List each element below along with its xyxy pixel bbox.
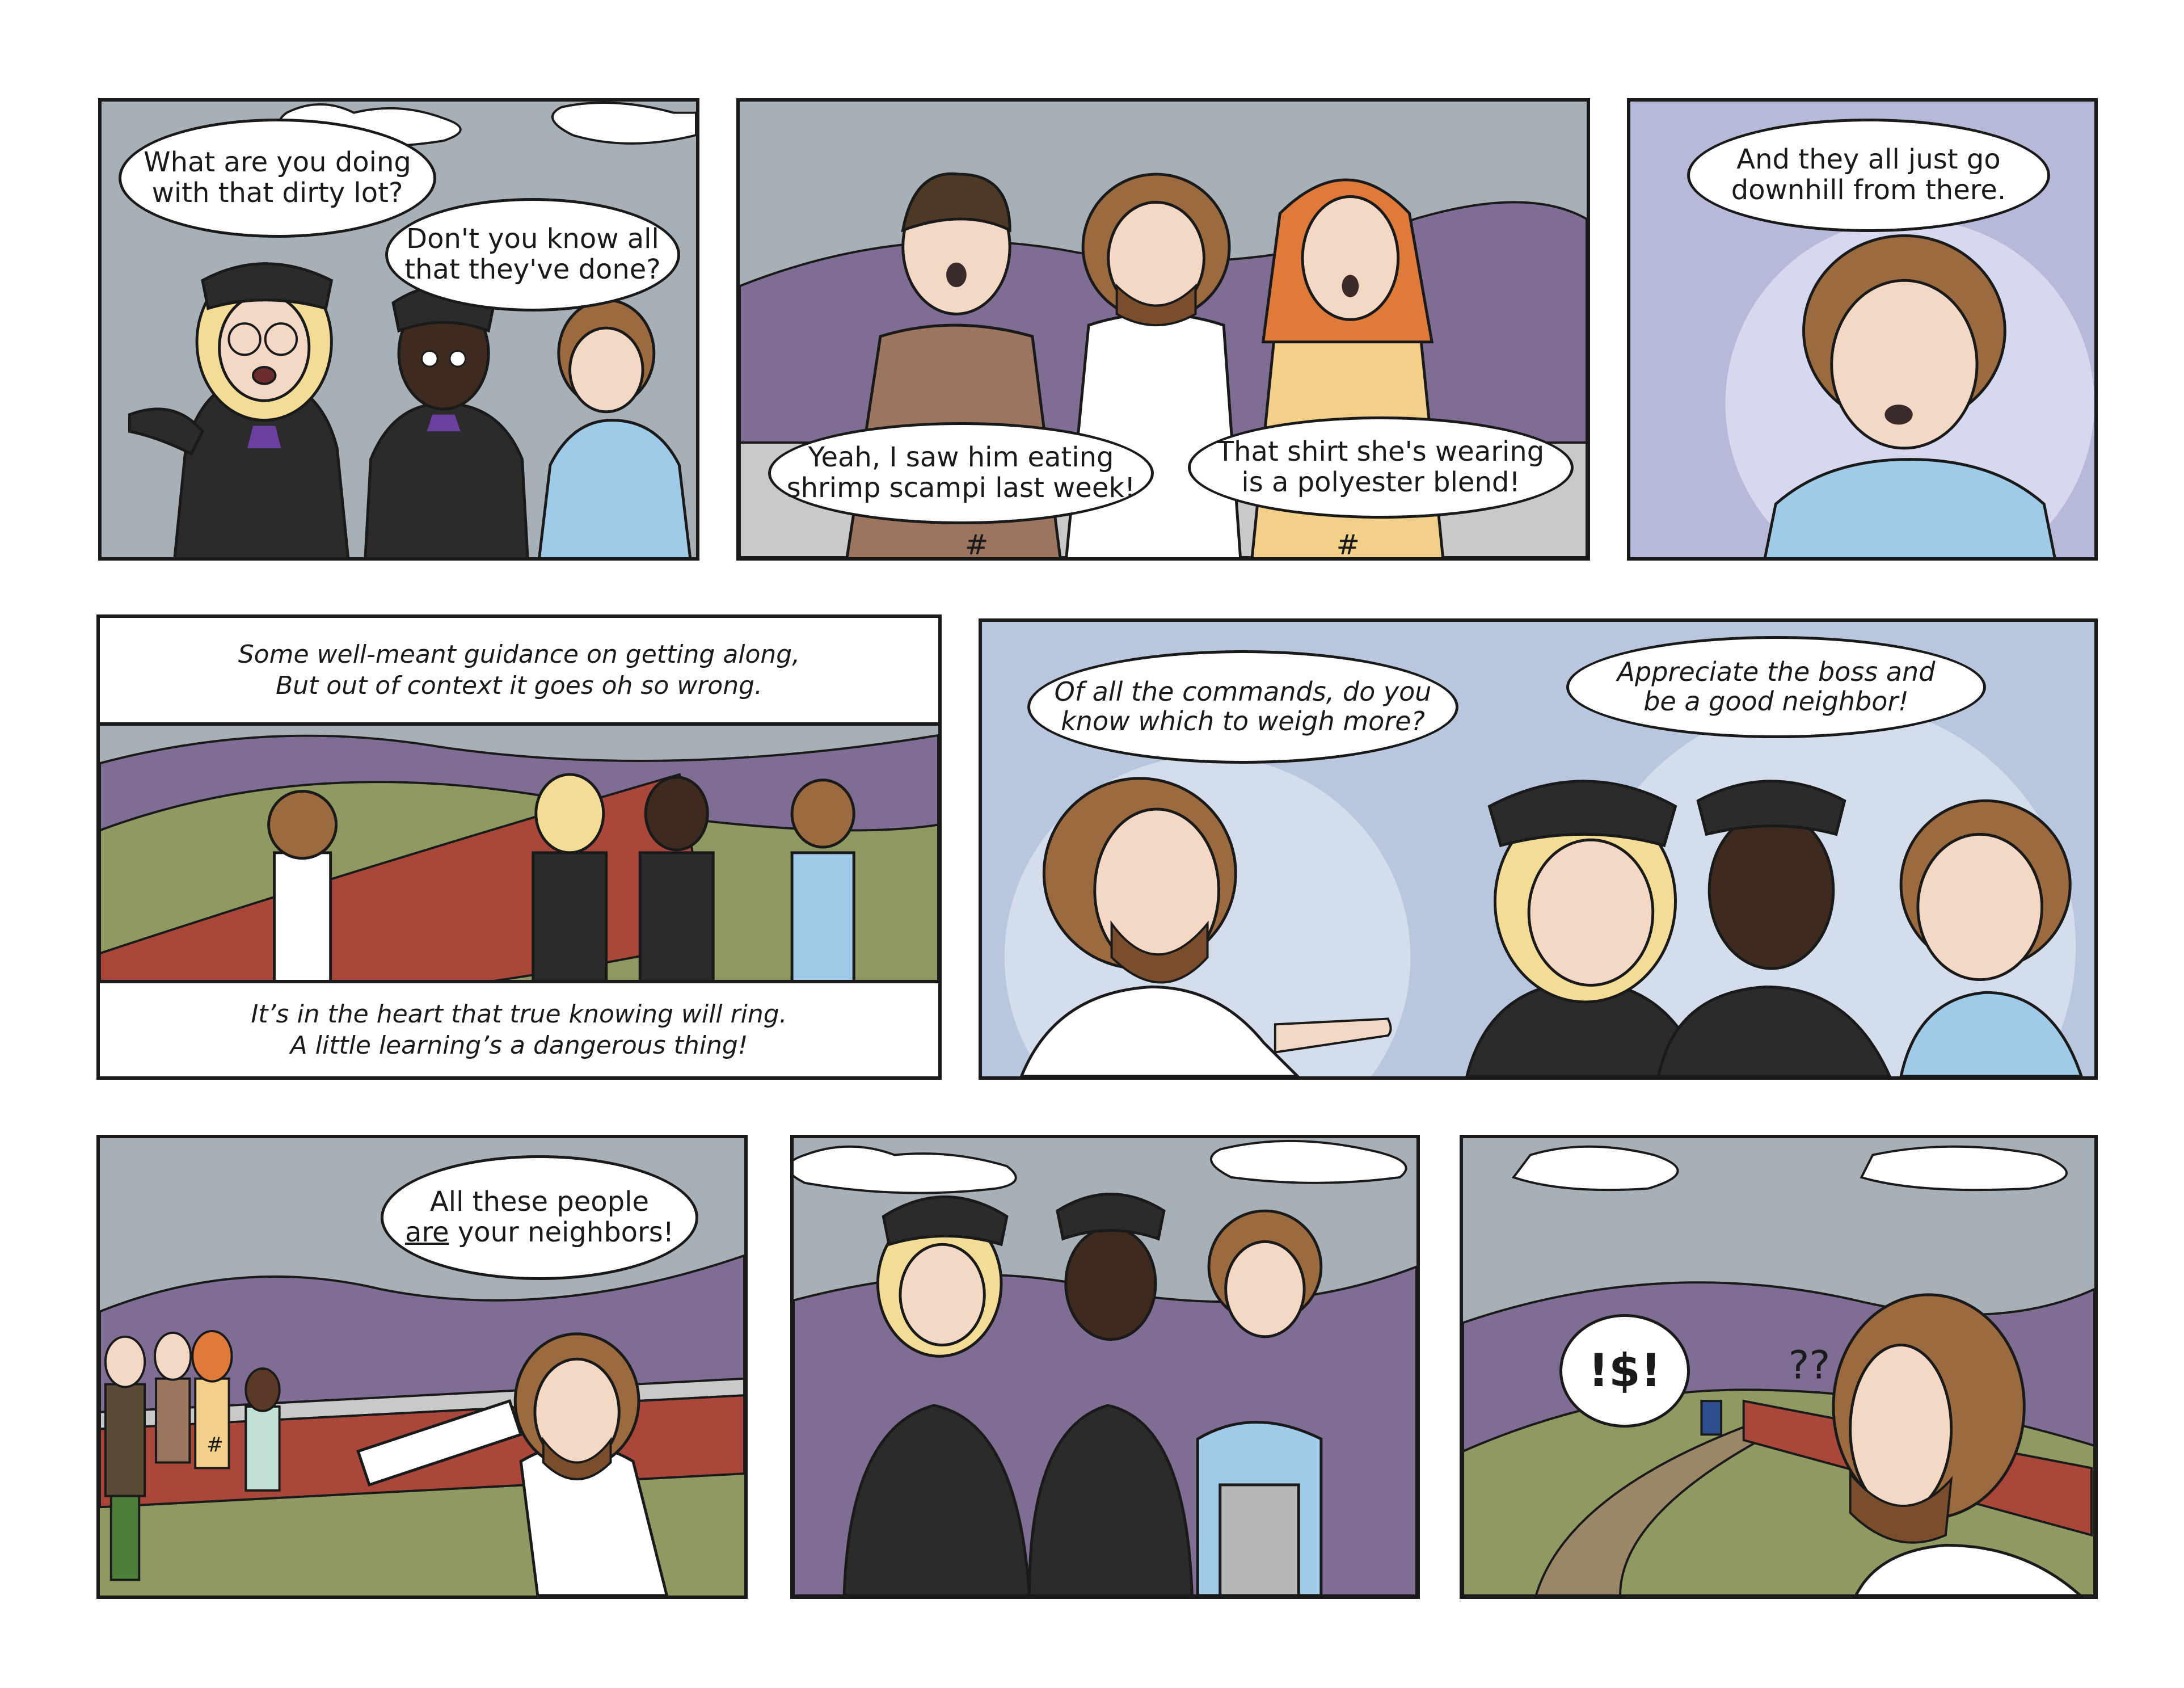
bubble-line: shrimp scampi last week! xyxy=(786,472,1136,504)
panel-2: # # Yeah, I saw him eating shrimp scampi … xyxy=(736,98,1590,561)
speech-bubble-polyester-blend: That shirt she's wearing is a polyester b… xyxy=(1188,416,1574,519)
bubble-line: That shirt she's wearing xyxy=(1217,436,1545,468)
panel-6: # All these people are your neighbors! xyxy=(96,1135,748,1599)
bubble-line: Appreciate the boss and xyxy=(1617,656,1936,688)
bubble-line: downhill from there. xyxy=(1731,174,2006,206)
bubble-line: All these people xyxy=(429,1186,650,1218)
caption-bottom: It’s in the heart that true knowing will… xyxy=(100,980,938,1076)
bubble-line: know which to weigh more? xyxy=(1061,706,1425,736)
speech-bubble-grawlix: !$! xyxy=(1559,1314,1690,1428)
speech-bubble-your-neighbors: All these people are your neighbors! xyxy=(381,1155,698,1280)
professor-dark-figure xyxy=(638,776,715,994)
bubble-line: And they all just go xyxy=(1736,144,2001,176)
speech-bubble-commands: Of all the commands, do you know which to… xyxy=(1027,650,1458,764)
professor-blonde-figure xyxy=(532,773,608,994)
caption-line: But out of context it goes oh so wrong. xyxy=(275,671,763,700)
caption-top: Some well-meant guidance on getting alon… xyxy=(100,618,938,726)
panel-8-scene: ?? xyxy=(1463,1145,2094,1596)
caption-line: It’s in the heart that true knowing will… xyxy=(251,1000,787,1029)
speech-bubble-what-are-you-doing: What are you doing with that dirty lot? xyxy=(119,119,436,238)
bubble-line: Yeah, I saw him eating xyxy=(808,441,1114,474)
bubble-line: be a good neighbor! xyxy=(1643,686,1909,717)
panel-8: ?? !$! xyxy=(1460,1135,2098,1599)
speech-bubble-dont-you-know: Don't you know all that they've done? xyxy=(385,198,680,311)
question-marks: ?? xyxy=(1789,1343,1831,1388)
cloud xyxy=(1511,1145,1679,1192)
emphasized-word: are xyxy=(404,1216,449,1248)
professor-dark-figure xyxy=(364,284,529,557)
bubble-line-rest: your neighbors! xyxy=(449,1216,674,1248)
bubble-line: are your neighbors! xyxy=(404,1216,674,1248)
blue-police-box xyxy=(1700,1400,1723,1436)
bubble-line: that they've done? xyxy=(404,254,661,285)
panel-4: Some well-meant guidance on getting alon… xyxy=(96,614,942,1080)
bubble-line: is a polyester blend! xyxy=(1241,466,1520,498)
bubble-line: Don't you know all xyxy=(406,223,659,255)
panel-5: Of all the commands, do you know which to… xyxy=(979,618,2098,1080)
shirt-mark: # xyxy=(206,1433,224,1457)
shirt-mark: # xyxy=(965,528,989,557)
shirt-mark: # xyxy=(1336,528,1360,557)
cloud xyxy=(551,102,696,145)
bubble-line: What are you doing xyxy=(144,146,411,179)
curly-hair-figure xyxy=(538,298,692,557)
panel-7 xyxy=(790,1135,1420,1599)
panel-1: What are you doing with that dirty lot? D… xyxy=(98,98,699,561)
panel-7-scene xyxy=(794,1140,1416,1596)
professor-blonde-figure xyxy=(1465,780,1705,1076)
speech-bubble-shrimp-scampi: Yeah, I saw him eating shrimp scampi last… xyxy=(768,422,1154,524)
cloud xyxy=(1210,1140,1407,1184)
speech-bubble-downhill: And they all just go downhill from there. xyxy=(1687,119,2050,232)
cloud xyxy=(794,1145,1017,1194)
caption-line: Some well-meant guidance on getting alon… xyxy=(238,640,800,669)
panel-3: And they all just go downhill from there. xyxy=(1627,98,2098,561)
caption-line: A little learning’s a dangerous thing! xyxy=(290,1031,748,1060)
professor-blonde-figure xyxy=(128,262,350,557)
bearded-man-white-shirt xyxy=(267,790,338,994)
curly-hair-figure xyxy=(790,778,855,994)
speech-bubble-appreciate-the-boss: Appreciate the boss and be a good neighbo… xyxy=(1566,636,1986,738)
grawlix-text: !$! xyxy=(1588,1344,1662,1397)
cloud xyxy=(1860,1145,2068,1192)
bubble-line: with that dirty lot? xyxy=(151,177,403,209)
bubble-line: Of all the commands, do you xyxy=(1054,676,1432,708)
